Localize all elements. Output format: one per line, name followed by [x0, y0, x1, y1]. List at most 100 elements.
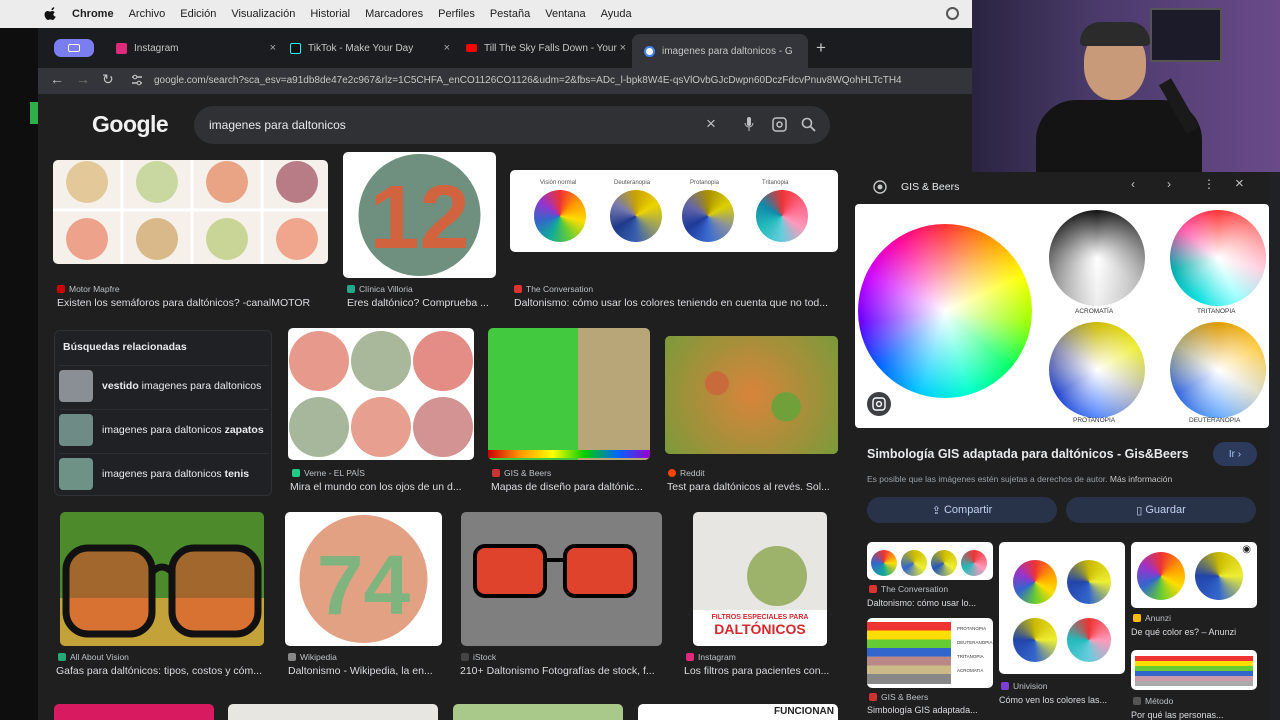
wheel-tritanopia	[1170, 210, 1266, 306]
related-item[interactable]: vestido imagenes para daltonicos	[59, 365, 269, 405]
close-panel-icon[interactable]: ×	[1235, 175, 1244, 192]
result-image-bw-glasses[interactable]	[461, 512, 662, 646]
result-image-filters[interactable]: FILTROS ESPECIALES PARA DALTÓNICOS	[693, 512, 827, 646]
related-item[interactable]: imagenes para daltonicos tenis	[59, 453, 269, 493]
apple-icon[interactable]	[44, 7, 58, 21]
menu-pestana[interactable]: Pestaña	[490, 8, 530, 20]
menu-historial[interactable]: Historial	[310, 8, 350, 20]
google-logo[interactable]: Google	[92, 111, 169, 138]
menu-archivo[interactable]: Archivo	[129, 8, 166, 20]
microphone-icon[interactable]	[744, 117, 754, 132]
menu-ayuda[interactable]: Ayuda	[601, 8, 632, 20]
banner-line1: FILTROS ESPECIALES PARA	[711, 614, 809, 621]
menu-marcadores[interactable]: Marcadores	[365, 8, 423, 20]
url-field[interactable]: google.com/search?sca_esv=a91db8de47e2c9…	[154, 75, 969, 86]
share-button[interactable]: ⇪ Compartir	[867, 497, 1057, 523]
visit-button[interactable]: Ir ›	[1213, 442, 1257, 466]
result-image-plate-74[interactable]: 74	[285, 512, 442, 646]
next-icon[interactable]: ›	[1167, 177, 1171, 191]
mapfre-favicon-icon	[57, 285, 65, 293]
result-image-partial[interactable]	[228, 704, 438, 720]
tab-youtube[interactable]: Till The Sky Falls Down - Your ×	[454, 34, 626, 62]
result-caption[interactable]: Gafas para daltónicos: tipos, costos y c…	[56, 665, 268, 677]
panel-site-name[interactable]: GIS & Beers	[901, 181, 959, 193]
more-options-icon[interactable]: ⋮	[1203, 177, 1215, 191]
related-caption[interactable]: Simbología GIS adaptada...	[867, 705, 993, 715]
result-caption[interactable]: Los filtros para pacientes con...	[684, 665, 839, 677]
wheel-label: TRITANOPIA	[1197, 308, 1236, 315]
result-caption[interactable]: Eres daltónico? Comprueba ...	[347, 297, 497, 309]
related-image[interactable]: ◉	[1131, 542, 1257, 608]
tab-group-icon[interactable]	[54, 39, 94, 57]
related-text: imagenes para daltonicos	[138, 379, 262, 392]
forward-arrow-icon[interactable]: →	[76, 71, 90, 87]
result-caption[interactable]: 210+ Daltonismo Fotografías de stock, f.…	[460, 665, 665, 677]
result-image-partial[interactable]	[453, 704, 623, 720]
search-input[interactable]: imagenes para daltonicos	[209, 118, 346, 132]
result-source: Clínica Villoria	[347, 284, 413, 294]
tab-google-active[interactable]: imagenes para daltonicos - G	[632, 34, 808, 68]
result-image-plates-six[interactable]	[288, 328, 474, 460]
menu-ventana[interactable]: Ventana	[545, 8, 585, 20]
wheel-label: PROTANOPIA	[1073, 417, 1116, 424]
reload-icon[interactable]: ↻	[102, 71, 114, 88]
google-lens-icon[interactable]	[772, 117, 787, 132]
lens-search-button[interactable]	[867, 392, 891, 416]
menu-perfiles[interactable]: Perfiles	[438, 8, 475, 20]
result-image-plate-12[interactable]: 12	[343, 152, 496, 278]
mini-wheel	[1067, 560, 1111, 604]
clear-search-icon[interactable]: ×	[706, 114, 716, 134]
result-image-glasses-tulips[interactable]	[60, 512, 264, 646]
related-caption[interactable]: Cómo ven los colores las...	[999, 695, 1125, 705]
status-tray-icon[interactable]	[946, 7, 959, 20]
menu-visualizacion[interactable]: Visualización	[231, 8, 295, 20]
related-image[interactable]	[999, 542, 1125, 674]
result-image-dots[interactable]	[665, 336, 838, 454]
new-tab-button[interactable]: +	[816, 38, 826, 58]
panel-title[interactable]: Simbología GIS adaptada para daltónicos …	[867, 447, 1207, 461]
result-image-partial[interactable]	[54, 704, 214, 720]
related-caption[interactable]: Por qué las personas...	[1131, 710, 1257, 720]
related-image[interactable]	[867, 542, 993, 580]
related-image[interactable]	[1131, 650, 1257, 690]
tab-close-icon[interactable]: ×	[444, 42, 450, 54]
back-arrow-icon[interactable]: ←	[50, 71, 64, 87]
result-caption[interactable]: Test para daltónicos al revés. Sol...	[667, 481, 839, 493]
save-button[interactable]: ▯ Guardar	[1066, 497, 1256, 523]
clinica-favicon-icon	[347, 285, 355, 293]
bookmark-icon: ▯	[1136, 504, 1146, 517]
result-image-traffic-lights[interactable]	[53, 160, 328, 264]
tab-close-icon[interactable]: ×	[620, 42, 626, 54]
preview-image[interactable]: ACROMATÍA TRITANOPIA PROTANOPIA DEUTERAN…	[855, 204, 1269, 428]
result-image-partial[interactable]: FUNCIONAN	[638, 704, 838, 720]
result-caption[interactable]: Daltonismo - Wikipedia, la en...	[288, 665, 443, 677]
more-info-link[interactable]: Más información	[1110, 474, 1172, 484]
tab-close-icon[interactable]: ×	[270, 42, 276, 54]
search-icon[interactable]	[801, 117, 816, 132]
mini-wheel	[1013, 560, 1057, 604]
result-image-map[interactable]	[488, 328, 650, 460]
related-source: GIS & Beers	[869, 692, 928, 702]
related-caption[interactable]: De qué color es? – Anunzi	[1131, 627, 1257, 637]
result-caption[interactable]: Existen los semáforos para daltónicos? -…	[57, 297, 337, 309]
bar-label: PROTANOPIA	[957, 626, 987, 631]
related-caption[interactable]: Daltonismo: cómo usar lo...	[867, 598, 993, 608]
result-caption[interactable]: Mira el mundo con los ojos de un d...	[290, 481, 475, 493]
result-caption[interactable]: Mapas de diseño para daltónic...	[491, 481, 651, 493]
related-item[interactable]: imagenes para daltonicos zapatos	[59, 409, 269, 449]
tab-instagram[interactable]: Instagram ×	[104, 34, 276, 62]
tiktok-favicon-icon	[290, 42, 301, 54]
tab-tiktok[interactable]: TikTok - Make Your Day ×	[278, 34, 450, 62]
result-caption[interactable]: Daltonismo: cómo usar los colores tenien…	[514, 297, 839, 309]
google-images-results: Google imagenes para daltonicos × 12 Vis…	[38, 94, 972, 720]
site-info-icon[interactable]	[131, 74, 143, 86]
verne-favicon-icon	[292, 469, 300, 477]
menu-edicion[interactable]: Edición	[180, 8, 216, 20]
search-box[interactable]: imagenes para daltonicos ×	[194, 106, 830, 144]
save-label: Guardar	[1145, 504, 1186, 516]
mini-wheel	[901, 550, 927, 576]
menu-chrome[interactable]: Chrome	[72, 8, 114, 20]
previous-icon[interactable]: ‹	[1131, 177, 1135, 191]
result-image-color-wheels[interactable]: Visión normal Deuteranopia Protanopia Tr…	[510, 170, 838, 252]
related-image[interactable]: PROTANOPIA DEUTERANOPIA TRITANOPIA ACROM…	[867, 618, 993, 688]
